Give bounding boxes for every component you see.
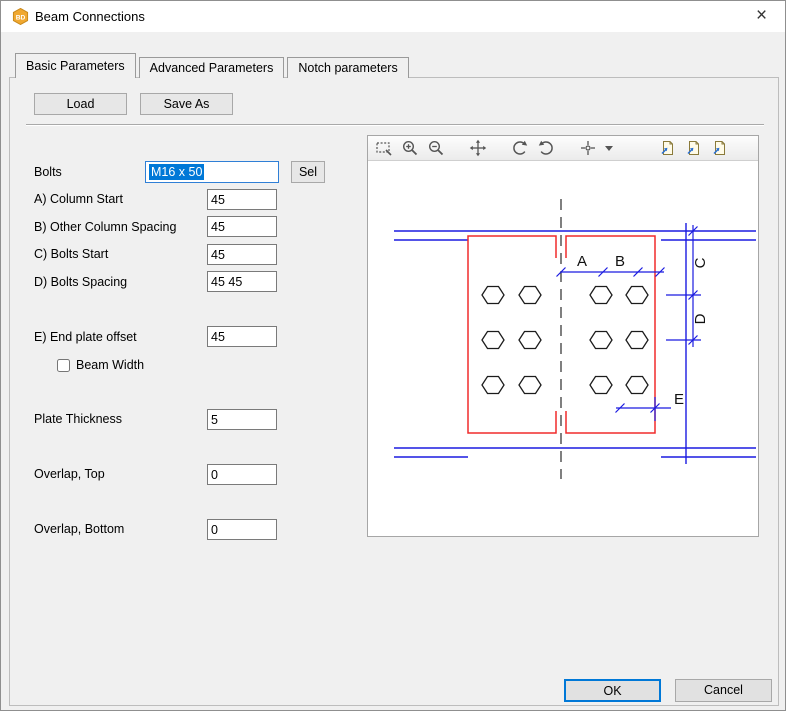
- dim-label-c: C: [692, 257, 709, 268]
- copy-view-icon-1[interactable]: [657, 138, 679, 158]
- dim-label-b: B: [615, 253, 625, 270]
- title-bar: BD Beam Connections ×: [1, 1, 785, 32]
- rotate-cw-icon[interactable]: [535, 138, 557, 158]
- toolbar-gap: [619, 148, 653, 149]
- close-button[interactable]: ×: [739, 1, 784, 31]
- beam-drawing: A B C D E: [368, 161, 758, 536]
- load-button[interactable]: Load: [34, 93, 127, 115]
- column-start-label: A) Column Start: [34, 192, 123, 206]
- bolts-spacing-label: D) Bolts Spacing: [34, 275, 127, 289]
- center-view-icon[interactable]: [577, 138, 599, 158]
- tab-strip: Basic Parameters Advanced Parameters Not…: [15, 55, 412, 78]
- copy-view-icon-3[interactable]: [709, 138, 731, 158]
- tab-basic-parameters[interactable]: Basic Parameters: [15, 53, 136, 78]
- plate-thickness-label: Plate Thickness: [34, 412, 122, 426]
- overlap-top-input[interactable]: [207, 464, 277, 485]
- zoom-out-icon[interactable]: [425, 138, 447, 158]
- beam-width-label: Beam Width: [76, 358, 144, 372]
- tab-advanced-parameters[interactable]: Advanced Parameters: [139, 57, 285, 78]
- other-column-spacing-label: B) Other Column Spacing: [34, 220, 176, 234]
- app-icon: BD: [12, 8, 29, 25]
- basic-parameters-page: Load Save As Bolts M16 x 50 Sel A) Colum…: [9, 77, 779, 706]
- other-column-spacing-input[interactable]: [207, 216, 277, 237]
- beam-width-row: Beam Width: [57, 358, 144, 372]
- zoom-window-icon[interactable]: [373, 138, 395, 158]
- bolts-value-selected: M16 x 50: [149, 164, 204, 180]
- toolbar-gap: [493, 148, 505, 149]
- window-title: Beam Connections: [35, 9, 145, 24]
- toolbar-gap: [561, 148, 573, 149]
- beam-width-checkbox[interactable]: [57, 359, 70, 372]
- preview-canvas[interactable]: A B C D E: [368, 161, 758, 536]
- rotate-ccw-icon[interactable]: [509, 138, 531, 158]
- sel-button[interactable]: Sel: [291, 161, 325, 183]
- bolts-input[interactable]: M16 x 50: [145, 161, 279, 183]
- bolts-start-input[interactable]: [207, 244, 277, 265]
- end-plate-offset-label: E) End plate offset: [34, 330, 137, 344]
- toolbar-gap: [451, 148, 463, 149]
- dim-label-d: D: [692, 313, 709, 324]
- dim-label-a: A: [577, 253, 587, 270]
- overlap-bottom-label: Overlap, Bottom: [34, 522, 124, 536]
- bolts-start-label: C) Bolts Start: [34, 247, 108, 261]
- column-start-input[interactable]: [207, 189, 277, 210]
- overlap-bottom-input[interactable]: [207, 519, 277, 540]
- plate-thickness-input[interactable]: [207, 409, 277, 430]
- ok-button[interactable]: OK: [564, 679, 661, 702]
- beam-connections-dialog: BD Beam Connections × Basic Parameters A…: [0, 0, 786, 711]
- app-icon-text: BD: [16, 14, 26, 21]
- separator-line: [26, 124, 764, 126]
- copy-view-icon-2[interactable]: [683, 138, 705, 158]
- preview-panel: A B C D E: [367, 135, 759, 537]
- zoom-in-icon[interactable]: [399, 138, 421, 158]
- bolts-spacing-input[interactable]: [207, 271, 277, 292]
- pan-icon[interactable]: [467, 138, 489, 158]
- bolt-group: [482, 287, 648, 394]
- overlap-top-label: Overlap, Top: [34, 467, 105, 481]
- preview-toolbar: [368, 136, 758, 161]
- save-as-button[interactable]: Save As: [140, 93, 233, 115]
- bolts-label: Bolts: [34, 165, 62, 179]
- chevron-down-icon[interactable]: [603, 138, 615, 158]
- cancel-button[interactable]: Cancel: [675, 679, 772, 702]
- dim-label-e: E: [674, 391, 684, 408]
- end-plate-offset-input[interactable]: [207, 326, 277, 347]
- tab-notch-parameters[interactable]: Notch parameters: [287, 57, 408, 78]
